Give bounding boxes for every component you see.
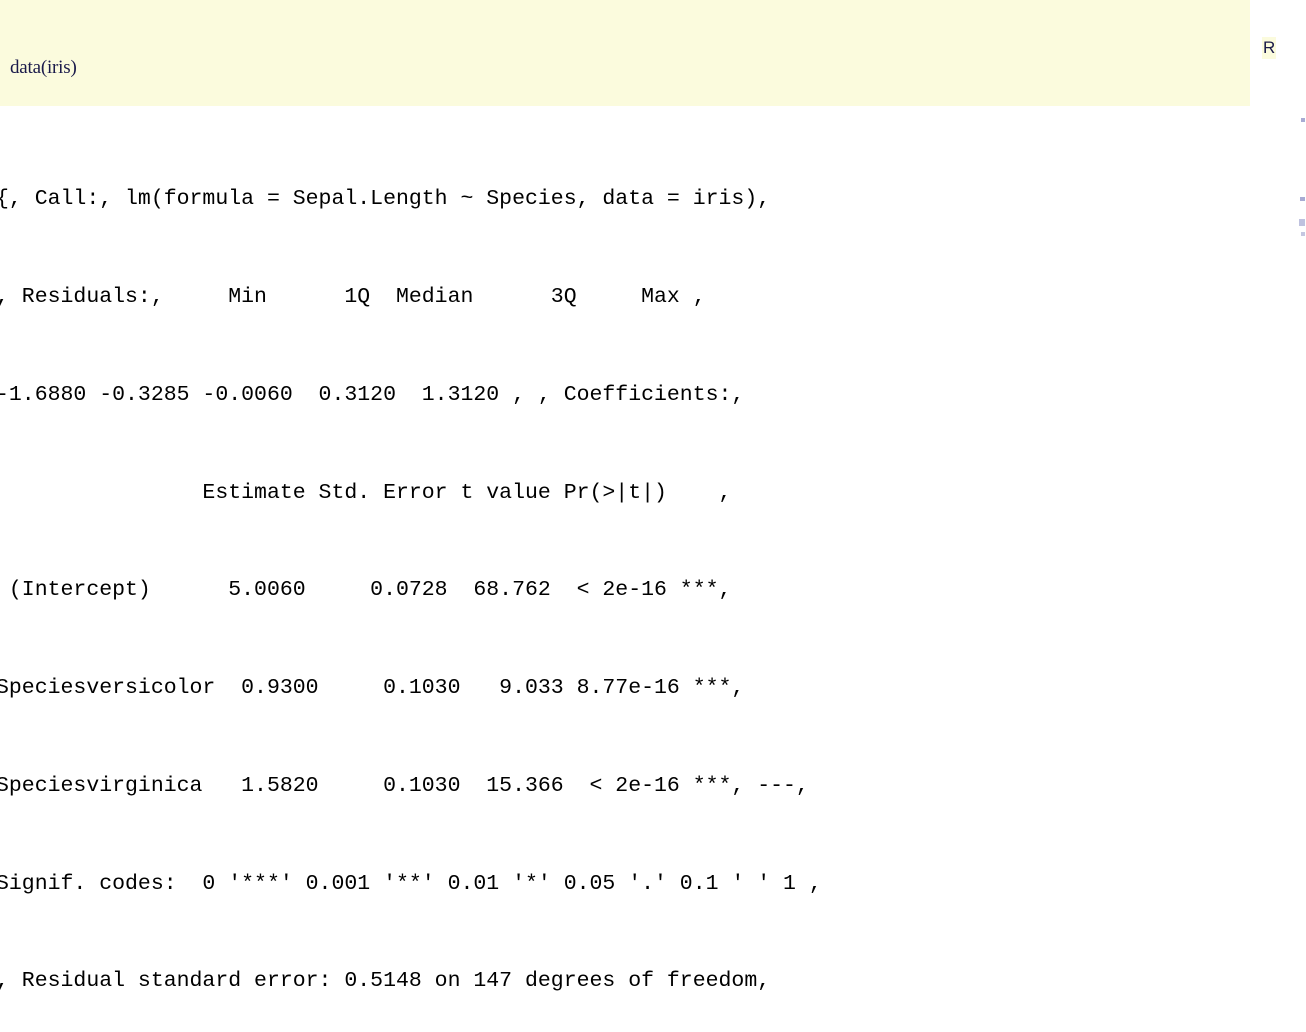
code-output-cell: {, Call:, lm(formula = Sepal.Length ~ Sp… xyxy=(0,110,1306,993)
output-line-residuals-header: , Residuals:, Min 1Q Median 3Q Max , xyxy=(0,284,706,309)
output-text: {, Call:, lm(formula = Sepal.Length ~ Sp… xyxy=(0,118,822,1032)
code-line: data(iris) xyxy=(10,57,77,78)
output-line-coefficient-versicolor: Speciesversicolor 0.9300 0.1030 9.033 8.… xyxy=(0,676,745,701)
engine-language-label: R xyxy=(1262,37,1277,59)
code-input-cell[interactable]: data(iris) reg <- lm( Sepal.Length ~ Spe… xyxy=(0,0,1250,228)
output-line-coefficient-intercept: (Intercept) 5.0060 0.0728 68.762 < 2e-16… xyxy=(0,578,732,603)
output-line-residual-standard-error: , Residual standard error: 0.5148 on 147… xyxy=(0,969,771,994)
edge-artifact xyxy=(1301,118,1305,122)
output-line-signif-codes: Signif. codes: 0 '***' 0.001 '**' 0.01 '… xyxy=(0,871,822,896)
output-line-call: {, Call:, lm(formula = Sepal.Length ~ Sp… xyxy=(0,187,771,212)
edge-artifact xyxy=(1300,197,1305,201)
edge-artifact xyxy=(1299,219,1305,226)
output-line-coefficient-virginica: Speciesvirginica 1.5820 0.1030 15.366 < … xyxy=(0,773,809,798)
output-line-residuals-values: -1.6880 -0.3285 -0.0060 0.3120 1.3120 , … xyxy=(0,382,745,407)
output-line-coefficients-header: Estimate Std. Error t value Pr(>|t|) , xyxy=(0,480,732,505)
edge-artifact xyxy=(1301,232,1305,236)
